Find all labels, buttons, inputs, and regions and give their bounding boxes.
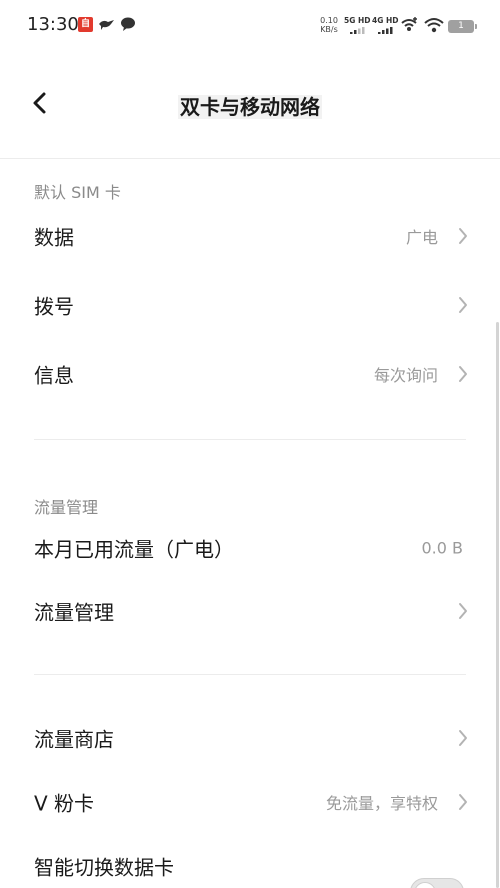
section-divider [34,674,466,675]
row-label: 本月已用流量（广电） [34,537,234,562]
bird-icon [99,20,114,30]
row-value: 0.0 B [421,538,463,558]
title-bar: 双卡与移动网络 [0,52,500,158]
row-value: 广电 [405,228,438,247]
screen: 13:30 自 0.10 KB/s 5G HD 4G HD 1 双卡与移动网络 … [0,0,500,888]
wifi-icon [424,18,444,33]
section-header-traffic: 流量管理 [34,498,99,517]
network-speed-value: 0.10 [320,16,338,25]
chevron-right-icon [459,730,467,746]
row-label: 信息 [34,363,74,388]
row-label: 数据 [34,225,74,250]
row-dial-sim[interactable]: 拨号 [0,275,500,335]
row-label: V 粉卡 [34,791,95,816]
app-notification-icon: 自 [78,17,93,32]
network-speed-unit: KB/s [320,25,338,34]
row-label: 流量管理 [34,600,114,625]
wifi-hotspot-icon [401,17,417,31]
page-title-text: 双卡与移动网络 [178,95,322,119]
chevron-right-icon [459,603,467,619]
section-header-default-sim: 默认 SIM 卡 [34,183,121,202]
chevron-right-icon [459,794,467,810]
row-v-fan-card[interactable]: V 粉卡 免流量，享特权 [0,772,500,832]
battery-icon: 1 [448,20,477,33]
signal-bars-icon [378,27,393,34]
status-time: 13:30 [27,14,79,35]
chat-icon [121,17,135,31]
scrollbar[interactable] [496,322,499,888]
status-bar: 13:30 自 0.10 KB/s 5G HD 4G HD 1 [0,0,500,52]
row-label: 拨号 [34,294,74,319]
smart-switch-toggle[interactable] [410,878,464,888]
sim1-label: 5G HD [344,16,371,25]
chevron-right-icon [459,228,467,244]
sim2-label: 4G HD [372,16,399,25]
chevron-right-icon [459,366,467,382]
row-traffic-management[interactable]: 流量管理 [0,581,500,641]
page-title: 双卡与移动网络 [0,91,500,120]
row-message-sim[interactable]: 信息 每次询问 [0,344,500,404]
network-speed: 0.10 KB/s [318,16,340,34]
sim1-signal: 5G HD [344,14,371,36]
row-data-sim[interactable]: 数据 广电 [0,206,500,266]
signal-bars-icon [350,27,365,34]
row-value: 每次询问 [373,366,438,385]
row-label: 智能切换数据卡 [34,855,174,880]
row-value: 免流量，享特权 [325,794,438,813]
row-monthly-usage: 本月已用流量（广电） 0.0 B [0,518,500,578]
chevron-right-icon [459,297,467,313]
row-label: 流量商店 [34,727,114,752]
row-traffic-store[interactable]: 流量商店 [0,708,500,768]
sim2-signal: 4G HD [372,14,399,36]
title-divider [0,158,500,159]
section-divider [34,439,466,440]
